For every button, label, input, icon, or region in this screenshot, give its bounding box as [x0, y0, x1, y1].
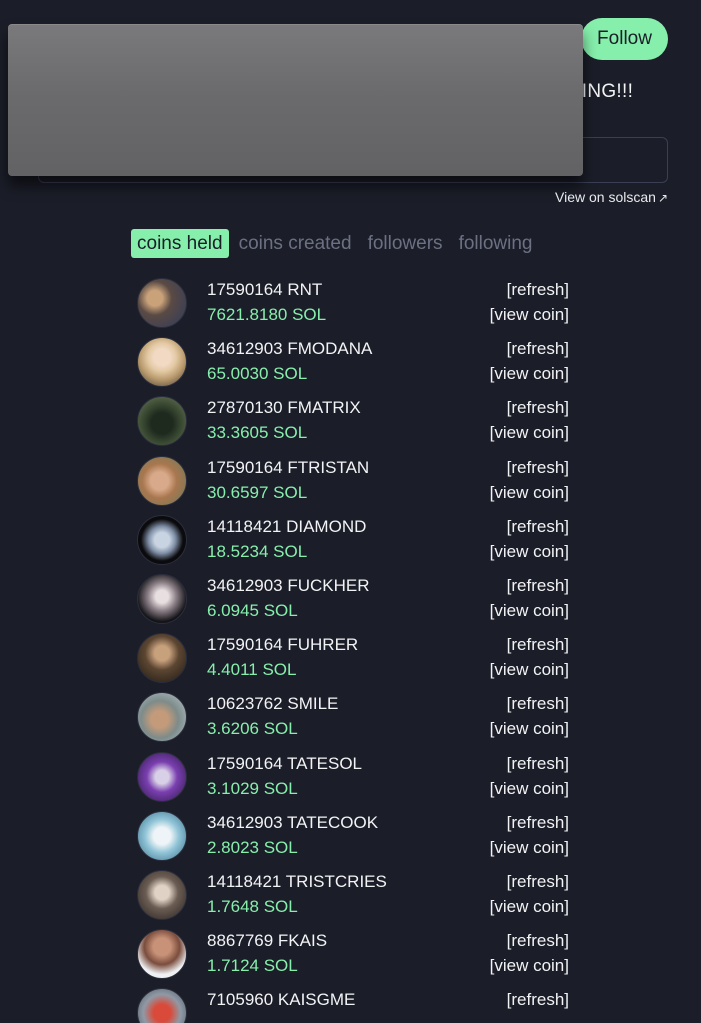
external-arrow-icon: ↗ [657, 191, 668, 205]
coin-avatar[interactable] [137, 337, 187, 388]
view-coin-link[interactable]: [view coin] [490, 305, 569, 325]
coin-avatar[interactable] [137, 929, 187, 980]
follow-button[interactable]: Follow [581, 18, 668, 60]
refresh-link[interactable]: [refresh] [507, 813, 569, 833]
view-on-solscan-link[interactable]: View on solscan ↗ [555, 189, 668, 205]
view-coin-link[interactable]: [view coin] [490, 956, 569, 976]
coin-avatar[interactable] [137, 633, 187, 684]
coin-row: 34612903 TATECOOK 2.8023 SOL [refresh] [vie… [137, 810, 571, 870]
refresh-link[interactable]: [refresh] [507, 990, 569, 1010]
refresh-link[interactable]: [refresh] [507, 635, 569, 655]
coins-held-list: 17590164 RNT 7621.8180 SOL [refresh] [view … [137, 278, 571, 1023]
tab-coins-created[interactable]: coins created [233, 229, 358, 258]
profile-page: Follow LLING!!! View on solscan ↗ coins h… [0, 0, 701, 1023]
coin-row: 34612903 FUCKHER 6.0945 SOL [refresh] [view… [137, 573, 571, 633]
refresh-link[interactable]: [refresh] [507, 754, 569, 774]
tab-following[interactable]: following [453, 229, 539, 258]
view-coin-link[interactable]: [view coin] [490, 897, 569, 917]
coin-row: 10623762 SMILE 3.6206 SOL [refresh] [view c… [137, 692, 571, 751]
coin-row: 8867769 FKAIS 1.7124 SOL [refresh] [view co… [137, 929, 571, 988]
coin-name: 34612903 FMODANA [207, 339, 373, 359]
view-coin-link[interactable]: [view coin] [490, 779, 569, 799]
coin-balance: 6.0945 SOL [207, 600, 298, 620]
view-coin-link[interactable]: [view coin] [490, 423, 569, 443]
redaction-overlay [8, 24, 583, 176]
coin-balance: 18.5234 SOL [207, 541, 308, 561]
coin-row: 34612903 FMODANA 65.0030 SOL [refresh] [vie… [137, 337, 571, 396]
coin-name: 7105960 KAISGME [207, 990, 356, 1010]
solscan-link-label: View on solscan [555, 189, 656, 205]
coin-name: 14118421 TRISTCRIES [207, 871, 387, 891]
coin-avatar[interactable] [137, 810, 187, 861]
coin-avatar[interactable] [137, 396, 187, 447]
coin-avatar[interactable] [137, 278, 187, 328]
view-coin-link[interactable]: [view coin] [490, 483, 569, 503]
coin-name: 17590164 RNT [207, 280, 323, 299]
view-coin-link[interactable]: [view coin] [490, 719, 569, 739]
coin-row: 14118421 TRISTCRIES 1.7648 SOL [refresh] [v… [137, 869, 571, 929]
coin-avatar[interactable] [137, 869, 187, 920]
coin-row: 17590164 TATESOL 3.1029 SOL [refresh] [view… [137, 751, 571, 811]
refresh-link[interactable]: [refresh] [507, 339, 569, 359]
coin-row: 17590164 FTRISTAN 30.6597 SOL [refresh] [vi… [137, 455, 571, 515]
view-coin-link[interactable]: [view coin] [490, 542, 569, 562]
profile-tabs: coins held coins created followers follo… [131, 229, 543, 258]
coin-balance: 7621.8180 SOL [207, 305, 327, 324]
coin-balance: 65.0030 SOL [207, 364, 308, 384]
coin-name: 17590164 FTRISTAN [207, 457, 370, 477]
coin-avatar[interactable] [137, 988, 187, 1023]
coin-avatar[interactable] [137, 751, 187, 802]
coin-name: 17590164 FUHRER [207, 635, 359, 655]
coin-avatar[interactable] [137, 692, 187, 743]
refresh-link[interactable]: [refresh] [507, 280, 569, 300]
coin-name: 34612903 FUCKHER [207, 575, 370, 595]
coin-balance: 3.6206 SOL [207, 719, 298, 739]
coin-avatar[interactable] [137, 573, 187, 624]
view-coin-link[interactable]: [view coin] [490, 838, 569, 858]
coin-avatar[interactable] [137, 455, 187, 506]
view-coin-link[interactable]: [view coin] [490, 660, 569, 680]
refresh-link[interactable]: [refresh] [507, 694, 569, 714]
refresh-link[interactable]: [refresh] [507, 576, 569, 596]
refresh-link[interactable]: [refresh] [507, 398, 569, 418]
coin-name: 8867769 FKAIS [207, 931, 328, 951]
coin-row: 17590164 FUHRER 4.4011 SOL [refresh] [view … [137, 633, 571, 692]
coin-name: 17590164 TATESOL [207, 753, 362, 773]
view-coin-link[interactable]: [view coin] [490, 364, 569, 384]
coin-balance: 1.7124 SOL [207, 956, 298, 976]
coin-row: 7105960 KAISGME [refresh] [137, 988, 571, 1023]
coin-row: 14118421 DIAMOND 18.5234 SOL [refresh] [vie… [137, 514, 571, 574]
coin-avatar[interactable] [137, 514, 187, 565]
tab-coins-held[interactable]: coins held [131, 229, 229, 258]
coin-name: 14118421 DIAMOND [207, 516, 367, 536]
coin-name: 34612903 TATECOOK [207, 812, 379, 832]
coin-name: 27870130 FMATRIX [207, 398, 361, 418]
view-coin-link[interactable]: [view coin] [490, 601, 569, 621]
tab-followers[interactable]: followers [362, 229, 449, 258]
coin-balance: 30.6597 SOL [207, 482, 308, 502]
refresh-link[interactable]: [refresh] [507, 931, 569, 951]
coin-balance: 33.3605 SOL [207, 423, 308, 443]
coin-balance: 3.1029 SOL [207, 778, 298, 798]
coin-row: 27870130 FMATRIX 33.3605 SOL [refresh] [vie… [137, 396, 571, 455]
coin-balance: 1.7648 SOL [207, 896, 298, 916]
coin-balance: 4.4011 SOL [207, 660, 297, 680]
refresh-link[interactable]: [refresh] [507, 872, 569, 892]
refresh-link[interactable]: [refresh] [507, 458, 569, 478]
coin-name: 10623762 SMILE [207, 694, 339, 714]
coin-balance: 2.8023 SOL [207, 837, 298, 857]
refresh-link[interactable]: [refresh] [507, 517, 569, 537]
coin-row: 17590164 RNT 7621.8180 SOL [refresh] [view … [137, 278, 571, 337]
